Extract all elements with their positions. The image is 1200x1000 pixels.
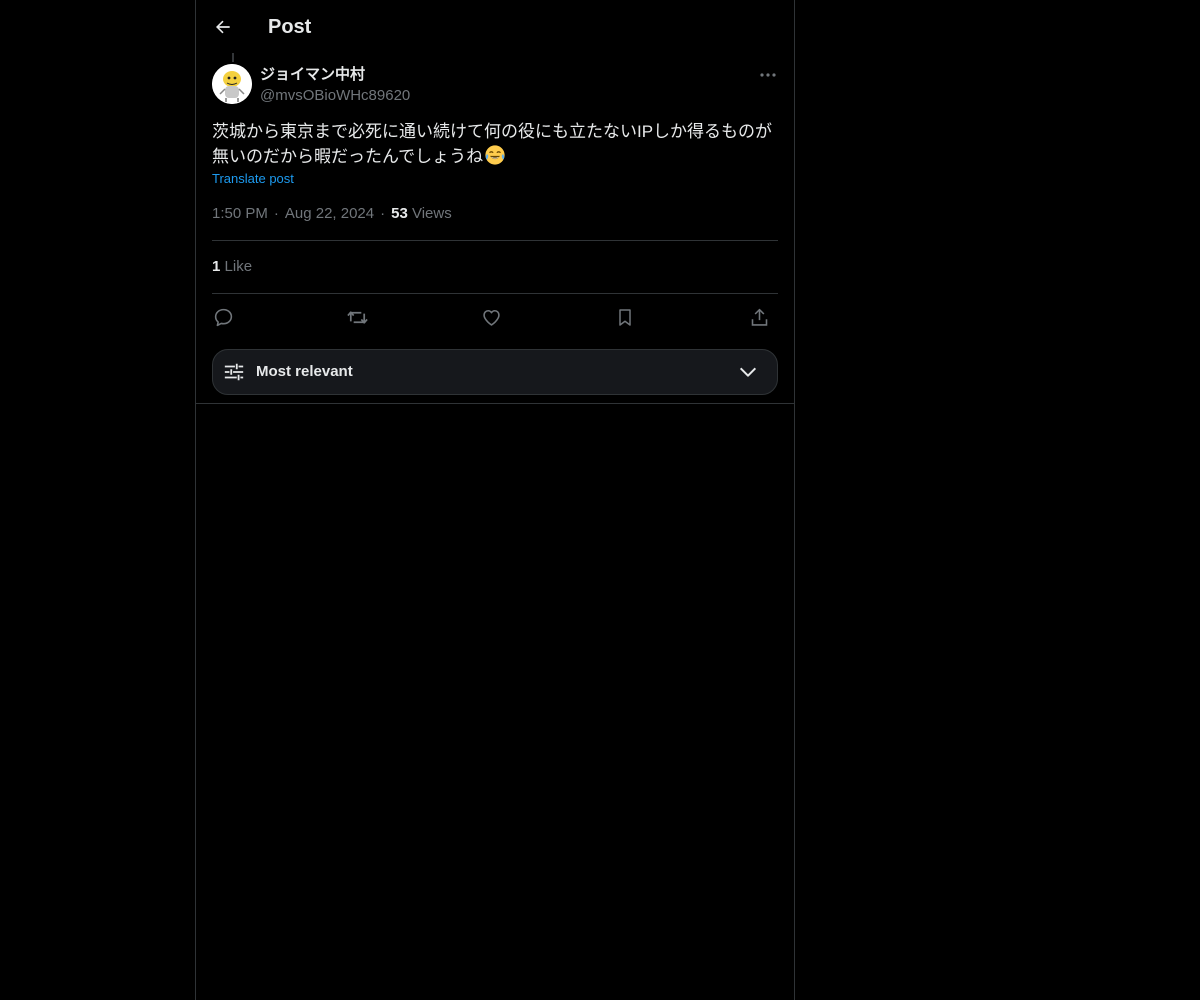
face-with-tears-of-joy-icon [485, 145, 505, 165]
repost-button[interactable] [343, 303, 371, 331]
post-date[interactable]: Aug 22, 2024 [285, 205, 374, 222]
author-avatar[interactable] [212, 64, 252, 104]
chevron-down-icon [739, 367, 757, 377]
likes-label: Like [224, 258, 253, 275]
more-horizontal-icon [760, 73, 776, 77]
like-button[interactable] [477, 303, 505, 331]
sort-label: Most relevant [256, 363, 353, 380]
share-icon [751, 308, 767, 326]
share-button[interactable] [745, 303, 773, 331]
heart-icon [482, 309, 500, 326]
translate-post-link[interactable]: Translate post [212, 170, 294, 188]
author-name[interactable]: ジョイマン中村 [260, 65, 365, 85]
action-bar [212, 303, 778, 331]
avatar-icon [212, 64, 252, 104]
more-options-button[interactable] [756, 64, 780, 86]
section-divider [196, 403, 794, 404]
reply-sort-dropdown[interactable]: Most relevant [212, 349, 778, 395]
main-column: Post ジョイマン中村 @mvsOBioWHc89620 茨城から東京まで必死… [195, 0, 795, 1000]
author-handle[interactable]: @mvsOBioWHc89620 [260, 86, 410, 106]
post-text: 茨城から東京まで必死に通い続けて何の役にも立たないIPしか得るものが無いのだから… [212, 119, 778, 169]
views-count: 53 [391, 205, 408, 222]
likes-count: 1 [212, 258, 221, 275]
divider [212, 293, 778, 294]
views-label: Views [411, 205, 452, 222]
bookmark-icon [619, 308, 631, 326]
separator: · [273, 205, 279, 222]
likes-summary[interactable]: 1 Like [212, 257, 252, 277]
bookmark-button[interactable] [611, 303, 639, 331]
arrow-left-icon [216, 20, 230, 34]
divider [212, 240, 778, 241]
back-button[interactable] [209, 13, 237, 41]
post-time[interactable]: 1:50 PM [212, 205, 268, 222]
separator: · [380, 205, 386, 222]
page-header: Post [196, 0, 794, 53]
thread-connector [232, 53, 234, 62]
repost-icon [346, 310, 368, 324]
sliders-icon [224, 363, 244, 381]
reply-button[interactable] [209, 303, 237, 331]
reply-icon [214, 308, 232, 326]
page-title: Post [268, 16, 312, 38]
post-metadata: 1:50 PM · Aug 22, 2024 · 53 Views [212, 204, 452, 224]
